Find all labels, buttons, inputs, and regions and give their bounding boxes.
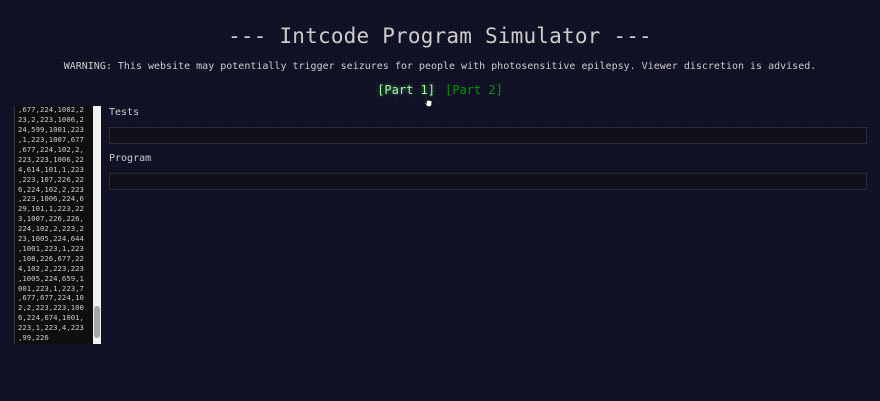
memory-line: 6,224,674,1001, bbox=[18, 313, 84, 323]
memory-line: ,1001,223,1,223 bbox=[18, 243, 84, 253]
memory-line: ,677,224,1002,2 bbox=[18, 106, 84, 115]
memory-line: ,1005,224,659,1 bbox=[18, 273, 84, 283]
memory-line: ,108,226,677,22 bbox=[18, 253, 84, 263]
memory-line: ,223,1006,224,6 bbox=[18, 194, 84, 204]
memory-line: 224,102,2,223,2 bbox=[18, 224, 84, 234]
memory-line: 23,1005,224,644 bbox=[18, 234, 84, 244]
memory-line: 4,614,101,1,223 bbox=[18, 164, 84, 174]
memory-line: 4,102,2,223,223 bbox=[18, 263, 84, 273]
memory-line: ,99,226 bbox=[18, 333, 49, 343]
part-nav: [Part 1] [Part 2] bbox=[0, 83, 880, 97]
tests-label: Tests bbox=[109, 107, 140, 118]
memory-scroll-thumb[interactable] bbox=[94, 306, 100, 338]
memory-line: 223,223,1006,22 bbox=[18, 154, 84, 164]
memory-line: 223,1,223,4,223 bbox=[18, 323, 84, 333]
memory-line: ,223,107,226,22 bbox=[18, 174, 84, 184]
pointer-hand-icon bbox=[424, 94, 433, 108]
page-title: --- Intcode Program Simulator --- bbox=[228, 24, 652, 48]
memory-line: 23,2,223,1006,2 bbox=[18, 115, 84, 125]
program-input[interactable] bbox=[109, 173, 867, 190]
memory-line: 29,101,1,223,22 bbox=[18, 204, 84, 214]
memory-line: 6,224,102,2,223 bbox=[18, 184, 84, 194]
memory-view[interactable]: ,677,224,1002,2 23,2,223,1006,2 24,599,100… bbox=[14, 106, 101, 344]
memory-scrollbar[interactable] bbox=[93, 106, 101, 344]
memory-line: 24,599,1001,223 bbox=[18, 125, 84, 135]
memory-line: 3,1007,226,226, bbox=[18, 214, 84, 224]
memory-line: 2,2,223,223,100 bbox=[18, 303, 84, 313]
memory-line: ,677,677,224,10 bbox=[18, 293, 84, 303]
part-2-link[interactable]: [Part 2] bbox=[445, 83, 503, 97]
photosensitivity-warning: WARNING: This website may potentially tr… bbox=[63, 61, 817, 72]
memory-dump: ,677,224,1002,2 23,2,223,1006,2 24,599,100… bbox=[18, 106, 90, 343]
memory-line: 001,223,1,223,7 bbox=[18, 283, 84, 293]
tests-input[interactable] bbox=[109, 127, 867, 144]
memory-line: ,677,224,102,2, bbox=[18, 144, 84, 154]
program-label: Program bbox=[109, 153, 152, 164]
memory-line: ,1,223,1007,677 bbox=[18, 134, 84, 144]
